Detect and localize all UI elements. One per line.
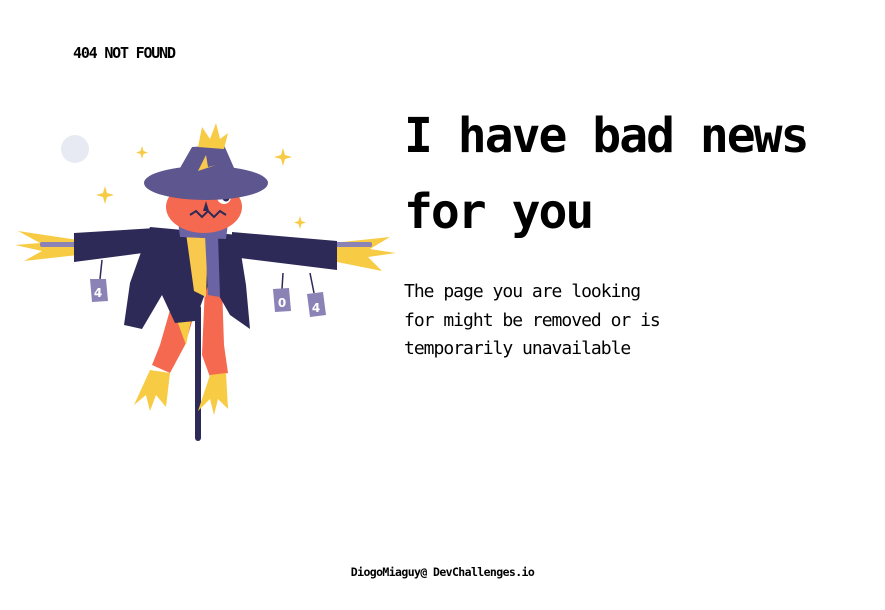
can-2-label: 0 <box>278 296 286 310</box>
can-3: 4 <box>307 292 326 317</box>
page-description: The page you are looking for might be re… <box>404 281 661 359</box>
can-2: 0 <box>273 288 291 312</box>
can-1-label: 4 <box>94 286 102 300</box>
can-1: 4 <box>90 279 108 302</box>
pole-shape <box>195 305 201 441</box>
scarecrow-illustration: 4 0 4 <box>10 115 400 450</box>
can-3-label: 4 <box>312 301 320 315</box>
page-headline: I have bad news for you <box>404 108 809 240</box>
footer-credit: DiogoMiaguy@ DevChallenges.io <box>350 565 535 579</box>
brand-logo[interactable]: 404 NOT FOUND <box>73 44 176 62</box>
moon-shape <box>61 135 89 163</box>
